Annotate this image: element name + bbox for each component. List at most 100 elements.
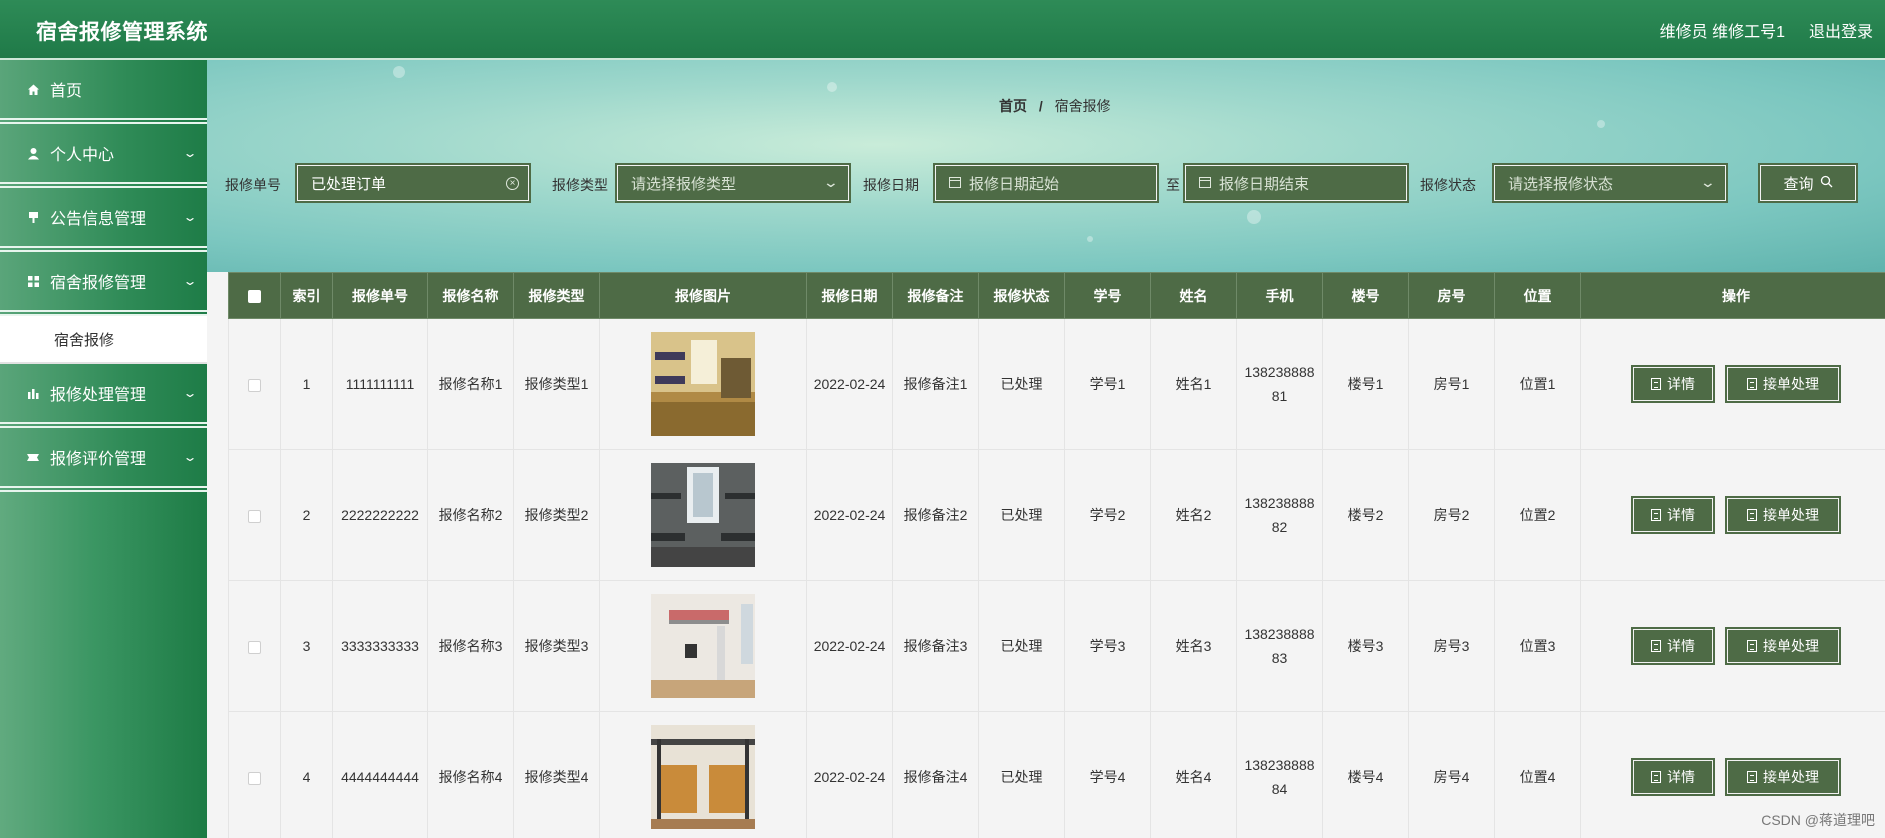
repair-status-select[interactable]: 请选择报修状态 ⌄ <box>1492 163 1728 203</box>
top-right-actions: 维修员 维修工号1 退出登录 <box>1660 18 1873 42</box>
sidebar: 首页 个人中心 ⌄ 公告信息管理 ⌄ 宿舍报修管理 ⌄ 宿舍报修 报修处理管理 … <box>0 60 207 838</box>
sidebar-item-repair-handling-management[interactable]: 报修处理管理 ⌄ <box>0 364 207 428</box>
column-header: 报修单号 <box>332 272 428 319</box>
repair-name-cell: 报修名称3 <box>427 580 514 712</box>
select-all-checkbox[interactable] <box>248 290 261 304</box>
chevron-down-icon: ⌄ <box>1699 174 1717 190</box>
repair-image[interactable] <box>651 463 755 567</box>
table-row: 3 3333333333 报修名称3 报修类型3 2022-02-24 报修备注3 已处理学… <box>228 580 1885 712</box>
order-no-value: 已处理订单 <box>311 175 387 193</box>
repair-name-cell: 报修名称1 <box>427 318 514 450</box>
current-user-label[interactable]: 维修员 维修工号1 <box>1660 18 1785 42</box>
repair-name-cell: 报修名称4 <box>427 711 514 838</box>
repair-note-cell: 报修备注3 <box>892 580 979 712</box>
grid-icon <box>26 274 40 288</box>
repair-image[interactable] <box>651 725 755 829</box>
home-icon <box>26 82 40 96</box>
phone-cell: 13823888882 <box>1236 449 1323 581</box>
row-select-cell <box>228 318 281 450</box>
sidebar-item-dorm-repair-management[interactable]: 宿舍报修管理 ⌄ <box>0 252 207 316</box>
row-checkbox[interactable] <box>248 509 261 523</box>
detail-button[interactable]: 详情 <box>1631 627 1715 665</box>
accept-order-button[interactable]: 接单处理 <box>1725 758 1841 796</box>
student-name-cell: 姓名4 <box>1150 711 1237 838</box>
detail-button[interactable]: 详情 <box>1631 496 1715 534</box>
sidebar-subitem-dorm-repair[interactable]: 宿舍报修 <box>0 316 207 364</box>
order-no-cell: 4444444444 <box>332 711 428 838</box>
building-cell: 楼号1 <box>1322 318 1409 450</box>
repair-image-cell <box>599 318 807 450</box>
chevron-down-icon: ⌄ <box>182 386 198 400</box>
document-icon <box>1747 771 1757 783</box>
accept-order-button[interactable]: 接单处理 <box>1725 496 1841 534</box>
detail-button[interactable]: 详情 <box>1631 365 1715 403</box>
table-row: 2 2222222222 报修名称2 报修类型2 2022-02-24 报修备注2 已处理学… <box>228 449 1885 581</box>
location-cell: 位置4 <box>1494 711 1581 838</box>
document-icon <box>1651 771 1661 783</box>
chevron-down-icon: ⌄ <box>182 210 198 224</box>
notice-icon <box>26 210 40 224</box>
repair-image-cell <box>599 580 807 712</box>
date-start-input[interactable]: 报修日期起始 <box>933 163 1159 203</box>
breadcrumb-separator: / <box>1038 98 1043 114</box>
top-bar: 宿舍报修管理系统 维修员 维修工号1 退出登录 <box>0 0 1885 60</box>
document-icon <box>1651 378 1661 390</box>
sidebar-item-label: 报修评价管理 <box>50 451 147 468</box>
breadcrumb-home[interactable]: 首页 <box>999 98 1027 114</box>
hero-background: 首页 / 宿舍报修 报修单号 已处理订单 × 报修类型 请选择报修类型 ⌄ 报修… <box>207 60 1885 272</box>
student-no-cell: 学号1 <box>1064 318 1151 450</box>
repair-image-cell <box>599 711 807 838</box>
repair-name-cell: 报修名称2 <box>427 449 514 581</box>
phone-cell: 13823888883 <box>1236 580 1323 712</box>
repair-image[interactable] <box>651 594 755 698</box>
accept-order-button[interactable]: 接单处理 <box>1725 365 1841 403</box>
building-cell: 楼号4 <box>1322 711 1409 838</box>
row-select-cell <box>228 449 281 581</box>
date-end-placeholder: 报修日期结束 <box>1219 175 1310 193</box>
actions-cell: 详情 接单处理 <box>1580 318 1885 450</box>
row-checkbox[interactable] <box>248 640 261 654</box>
sidebar-item-personal-center[interactable]: 个人中心 ⌄ <box>0 124 207 188</box>
row-checkbox[interactable] <box>248 771 261 785</box>
order-no-cell: 1111111111 <box>332 318 428 450</box>
location-cell: 位置2 <box>1494 449 1581 581</box>
repair-type-cell: 报修类型3 <box>513 580 600 712</box>
column-header: 操作 <box>1580 272 1885 319</box>
repair-status-placeholder: 请选择报修状态 <box>1508 175 1614 193</box>
logout-button[interactable]: 退出登录 <box>1809 18 1873 42</box>
repair-type-label: 报修类型 <box>552 177 608 193</box>
chevron-down-icon: ⌄ <box>182 450 198 464</box>
repair-note-cell: 报修备注2 <box>892 449 979 581</box>
column-header: 报修名称 <box>427 272 514 319</box>
student-no-cell: 学号3 <box>1064 580 1151 712</box>
accept-order-button[interactable]: 接单处理 <box>1725 627 1841 665</box>
column-header: 姓名 <box>1150 272 1237 319</box>
detail-button-label: 详情 <box>1667 507 1695 523</box>
date-end-input[interactable]: 报修日期结束 <box>1183 163 1409 203</box>
student-no-cell: 学号2 <box>1064 449 1151 581</box>
sidebar-item-notice-management[interactable]: 公告信息管理 ⌄ <box>0 188 207 252</box>
repair-status-cell: 已处理 <box>978 711 1065 838</box>
sidebar-item-label: 宿舍报修管理 <box>50 275 147 292</box>
repair-date-cell: 2022-02-24 <box>806 318 893 450</box>
phone-cell: 13823888884 <box>1236 711 1323 838</box>
clear-icon[interactable]: × <box>506 177 519 190</box>
order-no-input[interactable]: 已处理订单 × <box>295 163 531 203</box>
row-checkbox[interactable] <box>248 378 261 392</box>
query-button[interactable]: 查询 <box>1758 163 1858 203</box>
column-header: 位置 <box>1494 272 1581 319</box>
column-header: 楼号 <box>1322 272 1409 319</box>
repair-type-select[interactable]: 请选择报修类型 ⌄ <box>615 163 851 203</box>
repair-note-cell: 报修备注1 <box>892 318 979 450</box>
column-header: 报修状态 <box>978 272 1065 319</box>
calendar-icon <box>1199 176 1211 191</box>
sidebar-item-home[interactable]: 首页 <box>0 60 207 124</box>
repair-table: 索引 报修单号 报修名称 报修类型 报修图片 报修日期 报修备注 报修状态 学号… <box>228 272 1885 838</box>
breadcrumb: 首页 / 宿舍报修 <box>999 96 1111 116</box>
room-cell: 房号2 <box>1408 449 1495 581</box>
index-cell: 4 <box>280 711 333 838</box>
repair-image[interactable] <box>651 332 755 436</box>
sidebar-item-repair-review-management[interactable]: 报修评价管理 ⌄ <box>0 428 207 492</box>
chart-icon <box>26 386 40 400</box>
detail-button[interactable]: 详情 <box>1631 758 1715 796</box>
